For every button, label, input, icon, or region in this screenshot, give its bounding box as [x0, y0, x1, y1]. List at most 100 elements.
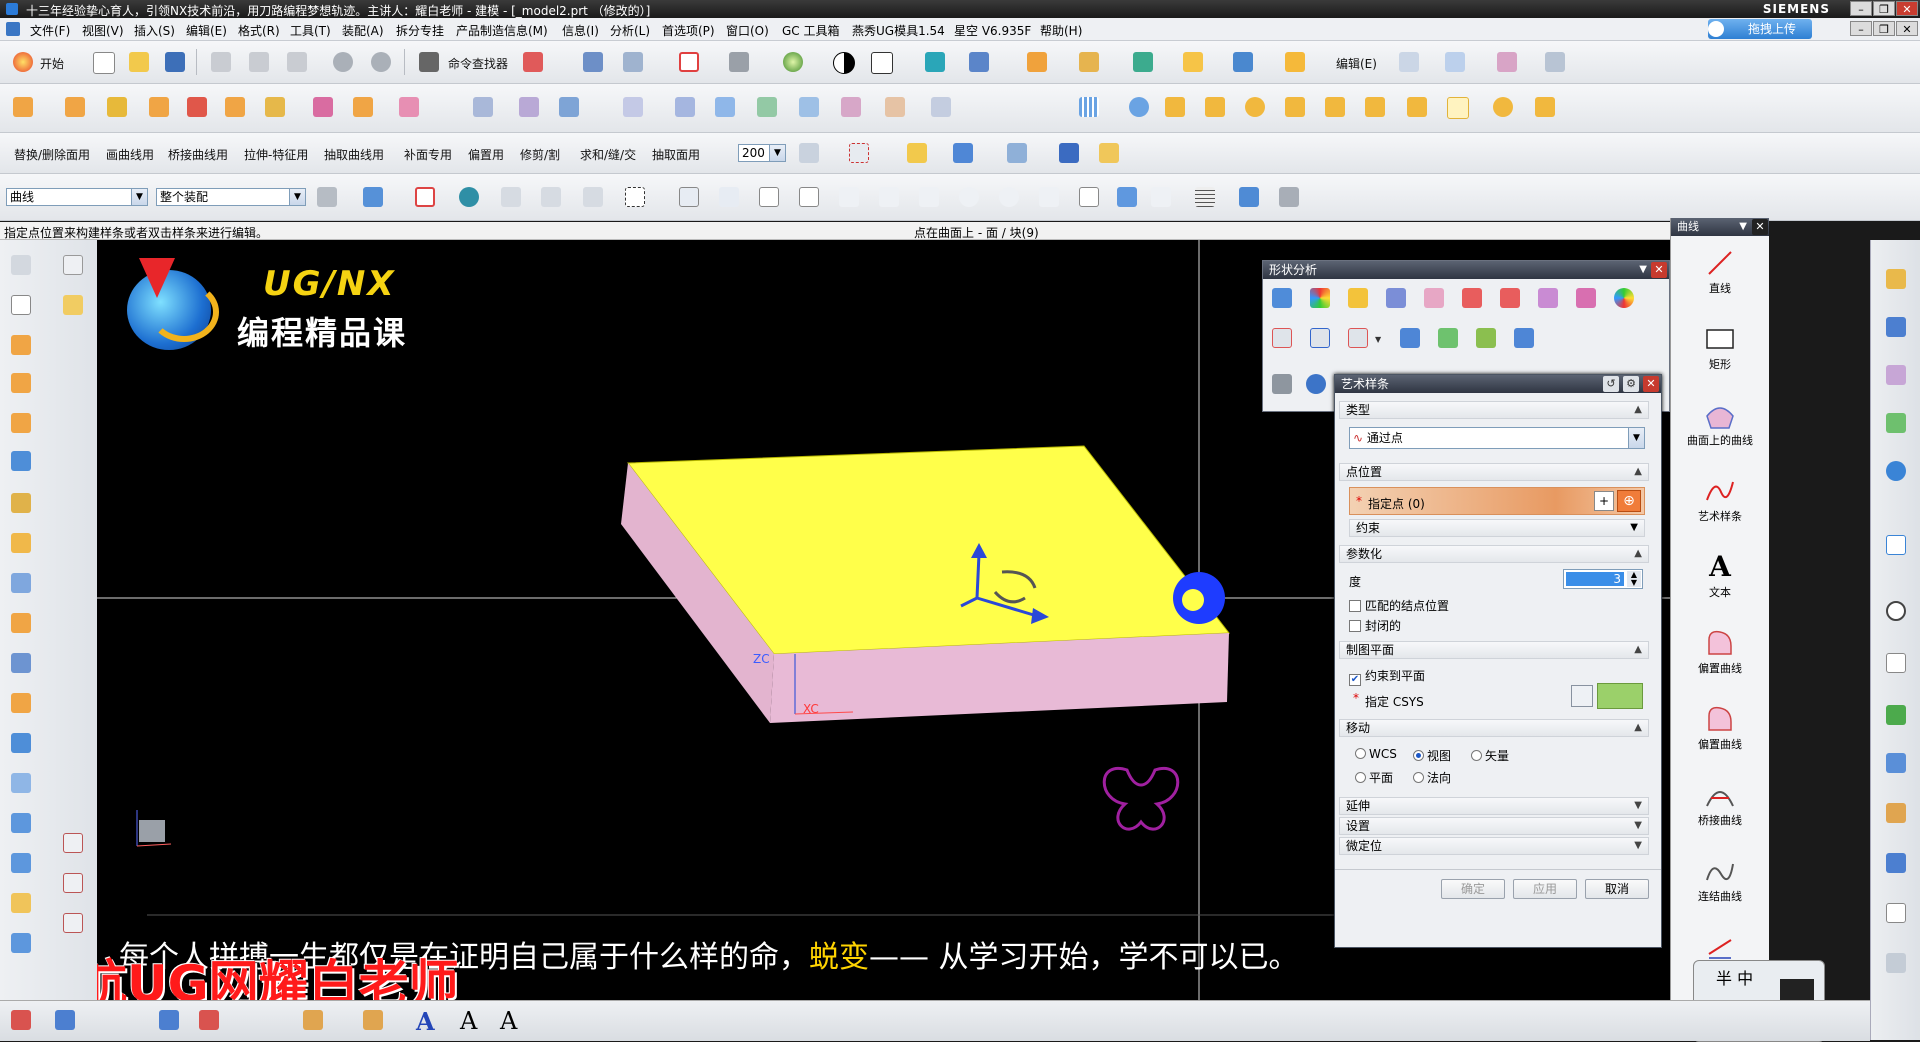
resource-tab-9-icon[interactable] [1883, 702, 1909, 728]
scope-combo[interactable]: 整个装配 ▼ [156, 188, 306, 206]
text-size-icon[interactable]: A [500, 1007, 517, 1035]
boss-icon[interactable] [184, 94, 210, 120]
part-icon[interactable] [1230, 49, 1256, 75]
deviation-icon[interactable] [1397, 325, 1423, 351]
cut-icon[interactable] [208, 49, 234, 75]
menu-insert[interactable]: 插入(S) [134, 22, 175, 39]
view-cube-icon[interactable] [1236, 184, 1262, 210]
resource-tab-10-icon[interactable] [1883, 750, 1909, 776]
dimension-icon[interactable] [1056, 140, 1082, 166]
bridge-curve-tool[interactable]: 桥接曲线 [1671, 778, 1769, 828]
save-icon[interactable] [162, 49, 188, 75]
distance-icon[interactable] [1459, 285, 1485, 311]
studio-surface-icon[interactable] [796, 94, 822, 120]
blue-cube-icon[interactable] [8, 730, 34, 756]
text-edit-icon[interactable]: A [460, 1007, 477, 1035]
move-vector-radio[interactable] [1471, 750, 1482, 761]
move-wcs-option[interactable]: WCS [1355, 747, 1397, 761]
background-icon[interactable] [868, 49, 894, 75]
grid-snap-icon[interactable] [1192, 184, 1218, 210]
snap-box-icon[interactable] [412, 184, 438, 210]
ok-button[interactable]: 确定 [1441, 879, 1505, 899]
tilted-cube-icon[interactable] [8, 930, 34, 956]
type-filter-combo[interactable]: 曲线 ▼ [6, 188, 148, 206]
fit-view-icon[interactable] [676, 49, 702, 75]
quadrant-tool-icon[interactable] [996, 184, 1022, 210]
line-tool-icon[interactable] [756, 184, 782, 210]
move-view-radio[interactable] [1413, 750, 1424, 761]
color-map-icon[interactable] [1611, 285, 1637, 311]
pipe-icon[interactable] [8, 770, 34, 796]
closed-option[interactable]: 封闭的 [1349, 617, 1401, 634]
arc-tool-icon[interactable] [836, 184, 862, 210]
undo-icon[interactable] [330, 49, 356, 75]
match-knots-checkbox[interactable] [1349, 600, 1361, 612]
transition-icon[interactable] [838, 94, 864, 120]
clock-icon[interactable] [1883, 598, 1909, 624]
shaded-sphere-icon[interactable] [780, 49, 806, 75]
part-navigator-icon[interactable] [8, 292, 34, 318]
toolbar-label-replace-face[interactable]: 替换/删除面用 [14, 146, 90, 163]
offset-curve-2-tool[interactable]: 偏置曲线 [1671, 702, 1769, 752]
menu-preferences[interactable]: 首选项(P) [662, 22, 715, 39]
point-tool-icon[interactable] [538, 184, 564, 210]
extension-icon[interactable] [928, 94, 954, 120]
move-plane-radio[interactable] [1355, 772, 1366, 783]
subtract-icon[interactable] [310, 94, 336, 120]
studio-spline-tool[interactable]: 艺术样条 [1671, 474, 1769, 524]
select-feature-icon[interactable] [360, 184, 386, 210]
split-curve-icon[interactable] [60, 870, 86, 896]
close-window-button[interactable]: ✕ [1896, 1, 1918, 16]
move-normal-radio[interactable] [1413, 772, 1424, 783]
resource-tab-6-icon[interactable] [1883, 532, 1909, 558]
constrain-plane-option[interactable]: ✔ 约束到平面 [1349, 667, 1425, 686]
resource-tab-14-icon[interactable] [1883, 950, 1909, 976]
fill-surface-icon[interactable] [882, 94, 908, 120]
circle-cross-icon[interactable] [1242, 94, 1268, 120]
toolbar-label-trim[interactable]: 修剪/割 [520, 146, 560, 163]
block-icon[interactable] [8, 448, 34, 474]
slope-icon[interactable] [1421, 285, 1447, 311]
toolbar-label-bridge-curve[interactable]: 桥接曲线用 [168, 146, 228, 163]
arrow-up-icon[interactable] [1532, 94, 1558, 120]
stairs-icon[interactable] [8, 690, 34, 716]
surface-edit-icon[interactable] [1442, 49, 1468, 75]
start-label[interactable]: 开始 [40, 55, 64, 72]
revolve-icon[interactable] [104, 94, 130, 120]
resource-tab-13-icon[interactable] [1883, 900, 1909, 926]
move-wcs-radio[interactable] [1355, 748, 1366, 759]
menu-yanxiu[interactable]: 燕秀UG模具1.54 [852, 22, 945, 39]
ruler-icon[interactable] [1096, 140, 1122, 166]
grid-block-icon[interactable] [1076, 49, 1102, 75]
toolbar-label-extract-face[interactable]: 抽取面用 [652, 146, 700, 163]
pocket-icon[interactable] [222, 94, 248, 120]
dialog-reset-icon[interactable]: ↺ [1603, 376, 1619, 392]
toolbar-label-unite-sew[interactable]: 求和/缝/交 [580, 146, 636, 163]
line-tool-2-icon[interactable] [796, 184, 822, 210]
refresh-analysis-icon[interactable] [1303, 371, 1329, 397]
section-plane-header[interactable]: 制图平面 ▲ [1339, 641, 1649, 659]
resource-tab-3-icon[interactable] [1883, 362, 1909, 388]
shell-icon[interactable] [396, 94, 422, 120]
constrain-plane-checkbox[interactable]: ✔ [1349, 674, 1361, 686]
more-curve-tool[interactable] [1671, 930, 1769, 964]
grid-analysis-icon[interactable] [1473, 325, 1499, 351]
resource-tab-12-icon[interactable] [1883, 850, 1909, 876]
closed-checkbox[interactable] [1349, 620, 1361, 632]
doc-close-button[interactable]: ✕ [1896, 21, 1918, 36]
curve-on-surface-tool[interactable]: 曲面上的曲线 [1671, 398, 1769, 448]
bottom-tool-4-icon[interactable] [196, 1007, 222, 1033]
menu-window[interactable]: 窗口(O) [726, 22, 769, 39]
menu-assembly[interactable]: 装配(A) [342, 22, 384, 39]
menu-info[interactable]: 信息(I) [562, 22, 599, 39]
ejector-icon[interactable] [1202, 94, 1228, 120]
section-move-header[interactable]: 移动 ▲ [1339, 719, 1649, 737]
shape-analysis-close-button[interactable]: ✕ [1651, 262, 1667, 278]
curve-analysis-icon[interactable] [1269, 325, 1295, 351]
unite-icon[interactable] [350, 94, 376, 120]
paste-icon[interactable] [284, 49, 310, 75]
section-settings-header[interactable]: 设置 ▼ [1339, 817, 1649, 835]
bottom-tool-2-icon[interactable] [52, 1007, 78, 1033]
swept-icon[interactable] [672, 94, 698, 120]
join-curve-tool[interactable]: 连结曲线 [1671, 854, 1769, 904]
